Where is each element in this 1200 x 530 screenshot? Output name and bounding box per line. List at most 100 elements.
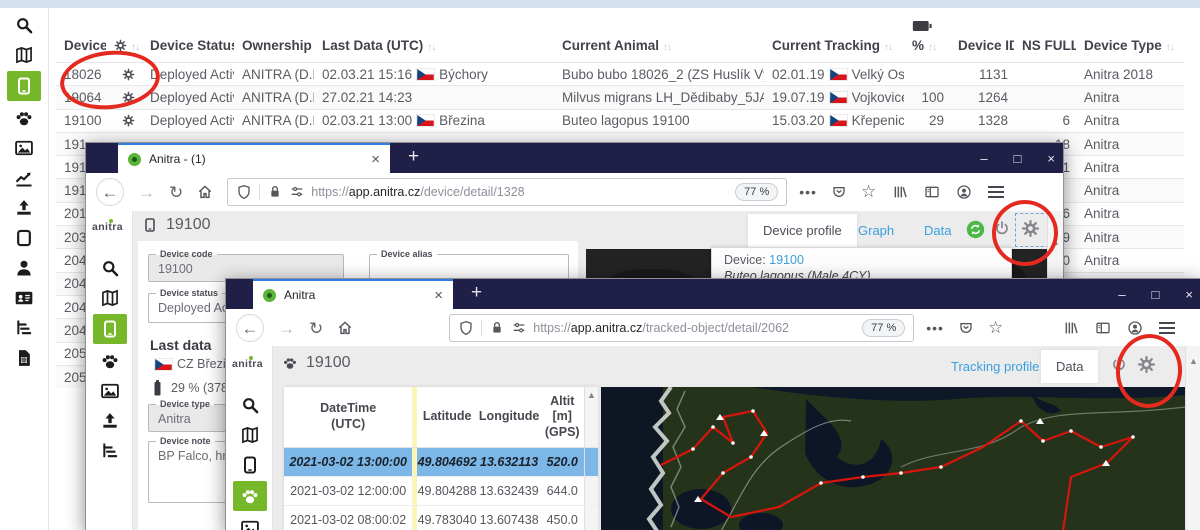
tab-close-icon[interactable]: × — [434, 287, 443, 304]
window1-titlebar[interactable]: Anitra - (1) × + – □ × — [86, 143, 1063, 173]
tab-close-icon[interactable]: × — [371, 151, 380, 168]
sidebar-item-animals[interactable] — [7, 104, 41, 131]
column-header[interactable]: Current Animal ↑↓ — [554, 8, 764, 63]
tooltip-device-link[interactable]: 19100 — [769, 253, 804, 267]
table-row[interactable]: 18026Deployed ActiveANITRA (D.Rak)02.03.… — [56, 61, 1184, 86]
tab-device-profile[interactable]: Device profile — [748, 214, 857, 247]
shield-icon[interactable] — [458, 320, 474, 336]
account-icon[interactable] — [956, 184, 972, 200]
sidebars-icon[interactable] — [924, 184, 940, 200]
sidebar-item-device[interactable] — [93, 314, 127, 344]
sidebar-item-device[interactable] — [7, 71, 41, 101]
maximize-button[interactable]: □ — [1014, 151, 1022, 166]
table-scrollbar[interactable] — [583, 447, 598, 477]
sidebar-item-hierarchy[interactable] — [7, 314, 41, 341]
home-button[interactable] — [197, 184, 213, 200]
data-row[interactable]: 2021-03-02 08:00:02 49.783040 13.607438 450… — [284, 505, 598, 530]
sidebar-item-frame[interactable] — [7, 224, 41, 251]
url-bar[interactable]: https://app.anitra.cz/device/detail/1328… — [227, 178, 788, 206]
url-text[interactable]: https://app.anitra.cz/device/detail/1328 — [311, 185, 727, 199]
sidebar-item-charts[interactable] — [7, 164, 41, 191]
new-tab-button[interactable]: + — [408, 146, 419, 168]
sidebars-icon[interactable] — [1095, 320, 1111, 336]
column-header[interactable]: Latitude — [416, 387, 478, 448]
lock-icon[interactable] — [489, 320, 505, 336]
column-header[interactable]: Current Tracking ↑↓ — [764, 8, 904, 63]
browser-tab[interactable]: Anitra - (1) × — [118, 143, 390, 173]
data-row[interactable]: 2021-03-02 12:00:00 49.804288 13.632439 644… — [284, 476, 598, 506]
scroll-up-icon[interactable]: ▲ — [1189, 356, 1198, 366]
zoom-level[interactable]: 77 % — [735, 183, 779, 201]
table-row[interactable]: 19100 Deployed ActiveANITRA (D.Rak)02.03.… — [56, 108, 1184, 133]
url-bar[interactable]: https://app.anitra.cz/tracked-object/det… — [449, 314, 915, 342]
sidebar-item-users[interactable] — [7, 254, 41, 281]
column-header[interactable]: Device Type ↑↓ — [1076, 8, 1184, 63]
column-header[interactable]: Device Status↑↓ — [142, 8, 234, 63]
sidebar-item-hierarchy[interactable] — [93, 437, 127, 464]
new-tab-button[interactable]: + — [471, 282, 482, 304]
column-header[interactable]: NS FULL↑↓ — [1014, 8, 1076, 63]
page-actions-icon[interactable]: ••• — [799, 184, 817, 200]
column-header[interactable]: % ↑↓ — [904, 8, 950, 63]
data-row[interactable]: 2021-03-02 13:00:00 49.804692 13.632113 520… — [284, 447, 598, 477]
table-scrollbar[interactable]: ▲ — [583, 387, 598, 448]
pocket-icon[interactable] — [831, 184, 847, 200]
url-text[interactable]: https://app.anitra.cz/tracked-object/det… — [533, 321, 854, 335]
sidebar-item-map[interactable] — [233, 421, 267, 448]
table-scrollbar[interactable] — [583, 505, 598, 530]
shield-icon[interactable] — [236, 184, 252, 200]
tab-tracking-profile[interactable]: Tracking profile — [951, 359, 1039, 374]
sidebar-item-gallery[interactable] — [7, 134, 41, 161]
sort-icon[interactable]: ↑↓ — [1166, 42, 1175, 53]
table-row[interactable]: 19064Deployed ActiveANITRA (D.Rak)27.02.… — [56, 85, 1184, 110]
library-icon[interactable] — [892, 184, 908, 200]
reload-button[interactable]: ↻ — [309, 320, 323, 337]
data-refresh-icon[interactable] — [966, 220, 985, 239]
maximize-button[interactable]: □ — [1152, 287, 1160, 302]
sort-icon[interactable]: ↑↓ — [928, 42, 937, 53]
window2-titlebar[interactable]: Anitra × + – □ × — [226, 279, 1200, 309]
sidebar-item-sim[interactable] — [7, 344, 41, 371]
column-header[interactable]: Altit [m] (GPS) — [540, 387, 585, 448]
sidebar-item-upload[interactable] — [93, 407, 127, 434]
tab-data[interactable]: Data — [1041, 350, 1099, 383]
menu-icon[interactable] — [988, 186, 1005, 198]
menu-icon[interactable] — [1159, 322, 1176, 334]
lock-icon[interactable] — [267, 184, 283, 200]
sidebar-item-search[interactable] — [93, 254, 127, 281]
column-header[interactable]: Longitude — [477, 387, 541, 448]
account-icon[interactable] — [1127, 320, 1143, 336]
permissions-icon[interactable] — [511, 320, 527, 336]
sidebar-item-animals[interactable] — [93, 347, 127, 374]
home-button[interactable] — [337, 320, 353, 336]
library-icon[interactable] — [1063, 320, 1079, 336]
back-button[interactable]: ← — [236, 314, 264, 342]
back-button[interactable]: ← — [96, 178, 124, 206]
sidebar-item-animals[interactable] — [233, 481, 267, 511]
tab-graph[interactable]: Graph — [858, 223, 894, 238]
minimize-button[interactable]: – — [980, 151, 987, 166]
close-button[interactable]: × — [1185, 287, 1193, 302]
sidebar-item-search[interactable] — [7, 11, 41, 38]
sidebar-item-gallery[interactable] — [93, 377, 127, 404]
bookmark-star-icon[interactable]: ☆ — [988, 318, 1003, 338]
table-scrollbar[interactable] — [583, 476, 598, 506]
forward-button[interactable]: → — [278, 320, 295, 337]
sort-icon[interactable]: ↑↓ — [427, 42, 436, 53]
sidebar-item-gallery[interactable] — [233, 514, 267, 530]
close-button[interactable]: × — [1047, 151, 1055, 166]
column-header[interactable]: Ownership↑↓ — [234, 8, 314, 63]
sidebar-item-map[interactable] — [7, 41, 41, 68]
pocket-icon[interactable] — [958, 320, 974, 336]
zoom-level[interactable]: 77 % — [862, 319, 906, 337]
column-header[interactable]: Last Data (UTC) ↑↓ — [314, 8, 554, 63]
column-header[interactable]: Device ID↑↓ — [950, 8, 1014, 63]
browser-tab[interactable]: Anitra × — [253, 279, 453, 309]
column-header[interactable]: DateTime (UTC) — [284, 387, 413, 448]
sidebar-item-search[interactable] — [233, 391, 267, 418]
bookmark-star-icon[interactable]: ☆ — [861, 182, 876, 202]
reload-button[interactable]: ↻ — [169, 184, 183, 201]
tracking-map[interactable] — [601, 387, 1186, 530]
page-actions-icon[interactable]: ••• — [926, 320, 944, 336]
sidebar-item-contacts[interactable] — [7, 284, 41, 311]
